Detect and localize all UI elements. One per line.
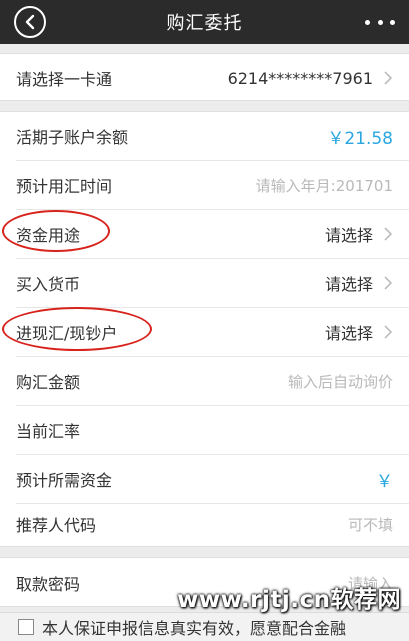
watermark: www.rjtj.cn软荐网 <box>177 587 401 613</box>
cash-type-select[interactable]: 请选择 <box>325 320 373 344</box>
chevron-right-icon <box>384 325 393 339</box>
back-button[interactable] <box>14 6 46 38</box>
expected-date-input[interactable]: 请输入年月:201701 <box>256 175 393 196</box>
card-select-section: 请选择一卡通 6214********7961 <box>0 53 409 101</box>
purchase-form-section: 活期子账户余额 ￥21.58 预计用汇时间 请输入年月:201701 资金用途 … <box>0 111 409 547</box>
buy-currency-label: 买入货币 <box>16 275 81 294</box>
balance-label: 活期子账户余额 <box>16 128 129 147</box>
required-funds-value: ￥ <box>376 471 393 492</box>
agreement-checkbox[interactable] <box>18 619 34 635</box>
more-dot-icon <box>365 19 370 25</box>
rate-row: 当前汇率 <box>0 406 409 454</box>
expected-date-row[interactable]: 预计用汇时间 请输入年月:201701 <box>0 161 409 209</box>
agreement-text: 本人保证申报信息真实有效，愿意配合金融 <box>42 619 347 638</box>
buy-currency-row[interactable]: 买入货币 请选择 <box>0 259 409 307</box>
required-funds-label: 预计所需资金 <box>16 471 113 490</box>
cash-type-label: 进现汇/现钞户 <box>16 324 118 343</box>
amount-row[interactable]: 购汇金额 输入后自动询价 <box>0 357 409 405</box>
cash-type-row[interactable]: 进现汇/现钞户 请选择 <box>0 308 409 356</box>
page-title: 购汇委托 <box>166 13 243 34</box>
amount-input[interactable]: 输入后自动询价 <box>288 371 393 392</box>
password-label: 取款密码 <box>16 575 81 594</box>
balance-value: ￥21.58 <box>327 128 393 149</box>
referrer-row[interactable]: 推荐人代码 可不填 <box>0 500 409 548</box>
agreement-bar: 本人保证申报信息真实有效，愿意配合金融 <box>0 612 409 641</box>
referrer-input[interactable]: 可不填 <box>348 514 393 535</box>
balance-row: 活期子账户余额 ￥21.58 <box>0 112 409 160</box>
fund-use-label: 资金用途 <box>16 226 81 245</box>
chevron-right-icon <box>384 276 393 290</box>
amount-label: 购汇金额 <box>16 373 81 392</box>
more-dot-icon <box>390 19 395 25</box>
more-dot-icon <box>377 19 383 25</box>
card-select-row[interactable]: 请选择一卡通 6214********7961 <box>0 54 409 102</box>
fund-use-select[interactable]: 请选择 <box>325 222 373 246</box>
card-select-label: 请选择一卡通 <box>16 70 113 89</box>
card-number: 6214********7961 <box>227 68 373 88</box>
chevron-left-icon <box>25 14 35 30</box>
rate-label: 当前汇率 <box>16 422 81 441</box>
expected-date-label: 预计用汇时间 <box>16 177 113 196</box>
title-bar: 购汇委托 <box>0 0 409 44</box>
buy-currency-select[interactable]: 请选择 <box>325 271 373 295</box>
more-options-button[interactable] <box>365 10 395 34</box>
fund-use-row[interactable]: 资金用途 请选择 <box>0 210 409 258</box>
required-funds-row: 预计所需资金 ￥ <box>0 455 409 503</box>
chevron-right-icon <box>384 71 393 85</box>
chevron-right-icon <box>384 227 393 241</box>
referrer-label: 推荐人代码 <box>16 516 97 535</box>
